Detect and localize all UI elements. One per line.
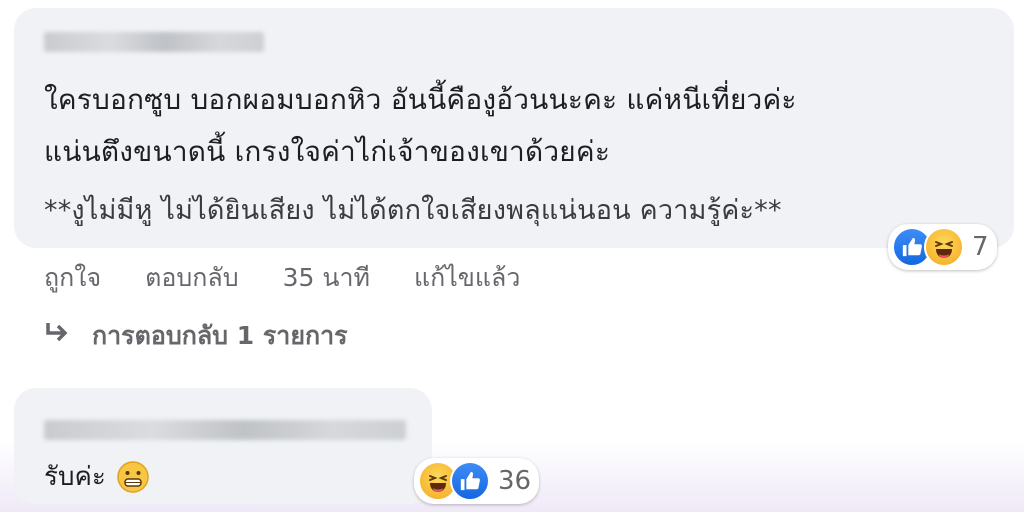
haha-icon bbox=[924, 227, 964, 267]
blurred-author-name-2 bbox=[44, 420, 406, 440]
like-icon bbox=[450, 461, 490, 501]
comment-actions: ถูกใจ ตอบกลับ 35 นาที แก้ไขแล้ว bbox=[44, 258, 520, 298]
edited-label: แก้ไขแล้ว bbox=[413, 263, 521, 292]
comment-2-body: รับค่ะ bbox=[44, 456, 150, 497]
grimace-emoji-icon bbox=[117, 460, 149, 493]
view-replies-link[interactable]: การตอบกลับ 1 รายการ bbox=[44, 316, 348, 356]
reaction-summary[interactable]: 7 bbox=[888, 224, 997, 270]
comment-text-line-1: ใครบอกซูบ บอกผอมบอกหิว อันนี้คืองูอ้วนนะ… bbox=[44, 83, 797, 116]
reaction-summary-2[interactable]: 36 bbox=[414, 458, 540, 504]
comment-2-text: รับค่ะ bbox=[44, 462, 106, 492]
view-replies-label: การตอบกลับ 1 รายการ bbox=[92, 321, 348, 350]
reply-action[interactable]: ตอบกลับ bbox=[145, 258, 238, 298]
timestamp[interactable]: 35 นาที bbox=[283, 258, 370, 298]
blurred-author-name bbox=[44, 32, 264, 52]
reaction-count-2: 36 bbox=[498, 466, 532, 496]
comment-text-line-2: แน่นตึงขนาดนี้ เกรงใจค่าไก่เจ้าของเขาด้ว… bbox=[44, 135, 611, 168]
comment-text-line-3: **งูไม่มีหู ไม่ได้ยินเสียง ไม่ได้ตกใจเสี… bbox=[44, 195, 782, 226]
like-action[interactable]: ถูกใจ bbox=[44, 258, 101, 298]
reply-arrow-icon bbox=[44, 321, 70, 351]
reaction-count: 7 bbox=[972, 232, 989, 262]
